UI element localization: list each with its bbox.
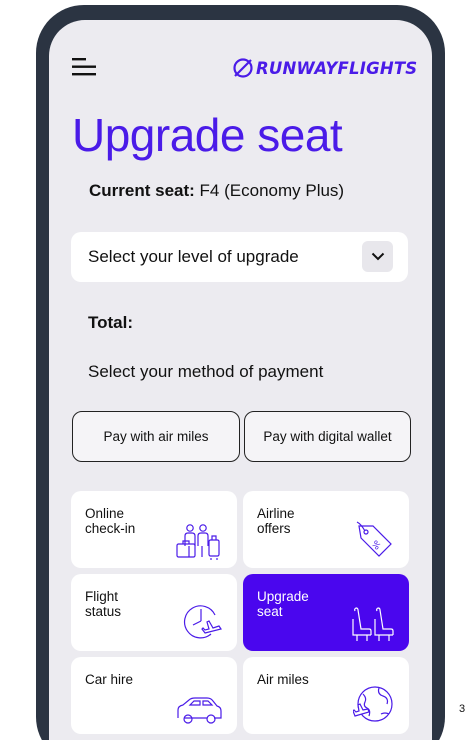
page: RUNWAYFLIGHTS Upgrade seat Current seat:… [0,0,470,740]
plane-logo-icon [233,58,253,78]
svg-text:%: % [369,539,382,552]
current-seat-label: Current seat: [89,181,195,200]
tile-airline-offers[interactable]: Airline offers % [243,491,409,568]
check-in-icon [176,524,220,560]
tile-air-miles[interactable]: Air miles [243,657,409,734]
tile-upgrade-seat[interactable]: Upgrade seat [243,574,409,651]
total-label: Total: [88,313,134,332]
upgrade-level-select[interactable]: Select your level of upgrade [71,232,408,282]
current-seat: Current seat: F4 (Economy Plus) [89,181,344,201]
seats-icon [352,607,394,641]
payment-heading: Select your method of payment [88,362,324,381]
tile-car-hire[interactable]: Car hire [71,657,237,734]
tile-label: Car hire [85,672,134,687]
chevron-down-icon[interactable] [362,241,393,272]
page-title: Upgrade seat [72,109,343,161]
page-number: 3 [459,703,466,715]
tile-flight-status[interactable]: Flight status [71,574,237,651]
current-seat-value: F4 (Economy Plus) [199,181,345,200]
app-screen: RUNWAYFLIGHTS Upgrade seat Current seat:… [49,20,432,740]
pay-digital-wallet-button[interactable]: Pay with digital wallet [244,411,411,462]
pay-air-miles-button[interactable]: Pay with air miles [72,411,240,462]
logo-text: RUNWAYFLIGHTS [256,58,418,78]
brand-logo[interactable]: RUNWAYFLIGHTS [232,57,417,79]
menu-icon[interactable] [72,56,98,78]
flight-status-icon [183,605,222,639]
upgrade-level-placeholder: Select your level of upgrade [88,247,299,266]
tile-online-check-in[interactable]: Online check-in [71,491,237,568]
globe-plane-icon [353,686,393,722]
offer-tag-icon: % [356,521,392,557]
car-icon [177,697,222,724]
